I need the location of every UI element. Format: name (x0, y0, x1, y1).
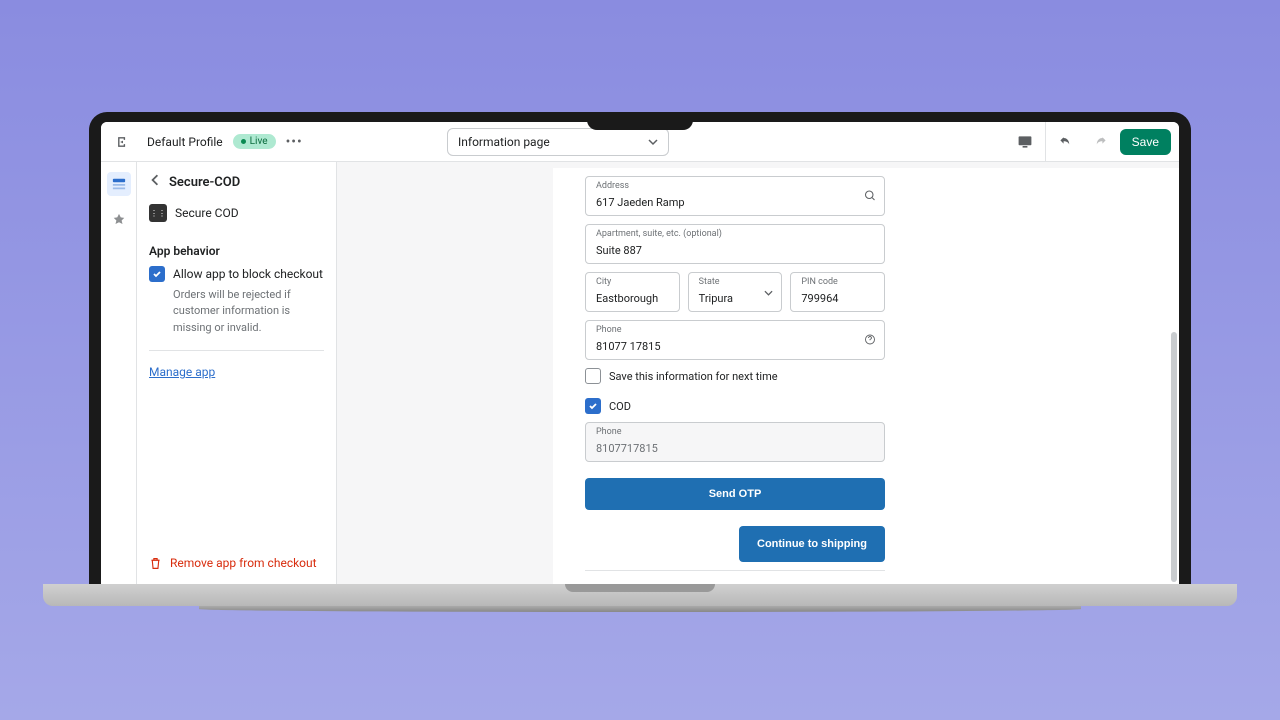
cod-label: COD (609, 400, 631, 413)
block-checkout-checkbox[interactable] (149, 266, 165, 282)
help-icon[interactable] (864, 331, 876, 350)
live-badge: Live (233, 134, 276, 149)
undo-button[interactable] (1052, 128, 1080, 156)
save-info-checkbox[interactable] (585, 368, 601, 384)
pin-field[interactable]: PIN code 799964 (790, 272, 885, 312)
live-dot-icon (241, 139, 246, 144)
preview-pane: Address 617 Jaeden Ramp Apartment, suite… (337, 162, 1179, 584)
redo-button[interactable] (1086, 128, 1114, 156)
sidebar: Secure-COD ⋮⋮ Secure COD App behavior Al… (137, 162, 337, 584)
send-otp-button[interactable]: Send OTP (585, 478, 885, 510)
icon-rail (101, 162, 137, 584)
manage-app-link[interactable]: Manage app (149, 365, 324, 379)
app-list-item[interactable]: ⋮⋮ Secure COD (149, 200, 324, 226)
block-checkout-label: Allow app to block checkout (173, 266, 323, 283)
save-info-label: Save this information for next time (609, 370, 778, 383)
phone-field[interactable]: Phone 81077 17815 (585, 320, 885, 360)
search-icon[interactable] (864, 187, 876, 206)
remove-app-button[interactable]: Remove app from checkout (149, 550, 324, 576)
app-icon: ⋮⋮ (149, 204, 167, 222)
sidebar-title: Secure-COD (169, 175, 240, 190)
page-selector[interactable]: Information page (447, 128, 669, 156)
trash-icon (149, 557, 162, 570)
chevron-down-icon (648, 137, 658, 147)
section-title: App behavior (149, 244, 324, 258)
cod-checkbox[interactable] (585, 398, 601, 414)
rail-apps-button[interactable] (107, 208, 131, 232)
chevron-down-icon (764, 283, 773, 302)
city-field[interactable]: City Eastborough (585, 272, 680, 312)
scrollbar[interactable] (1169, 164, 1177, 582)
state-select[interactable]: State Tripura (688, 272, 783, 312)
cod-phone-field: Phone 8107717815 (585, 422, 885, 462)
exit-editor-button[interactable] (109, 128, 137, 156)
save-button[interactable]: Save (1120, 129, 1171, 155)
more-actions-button[interactable]: ••• (286, 134, 303, 150)
checkbox-helper-text: Orders will be rejected if customer info… (173, 287, 324, 337)
continue-shipping-button[interactable]: Continue to shipping (739, 526, 885, 562)
address-field[interactable]: Address 617 Jaeden Ramp (585, 176, 885, 216)
profile-name: Default Profile (147, 135, 223, 149)
apartment-field[interactable]: Apartment, suite, etc. (optional) Suite … (585, 224, 885, 264)
rail-sections-button[interactable] (107, 172, 131, 196)
back-button[interactable] (149, 174, 161, 190)
checkout-form: Address 617 Jaeden Ramp Apartment, suite… (553, 168, 1179, 584)
desktop-view-button[interactable] (1011, 128, 1039, 156)
